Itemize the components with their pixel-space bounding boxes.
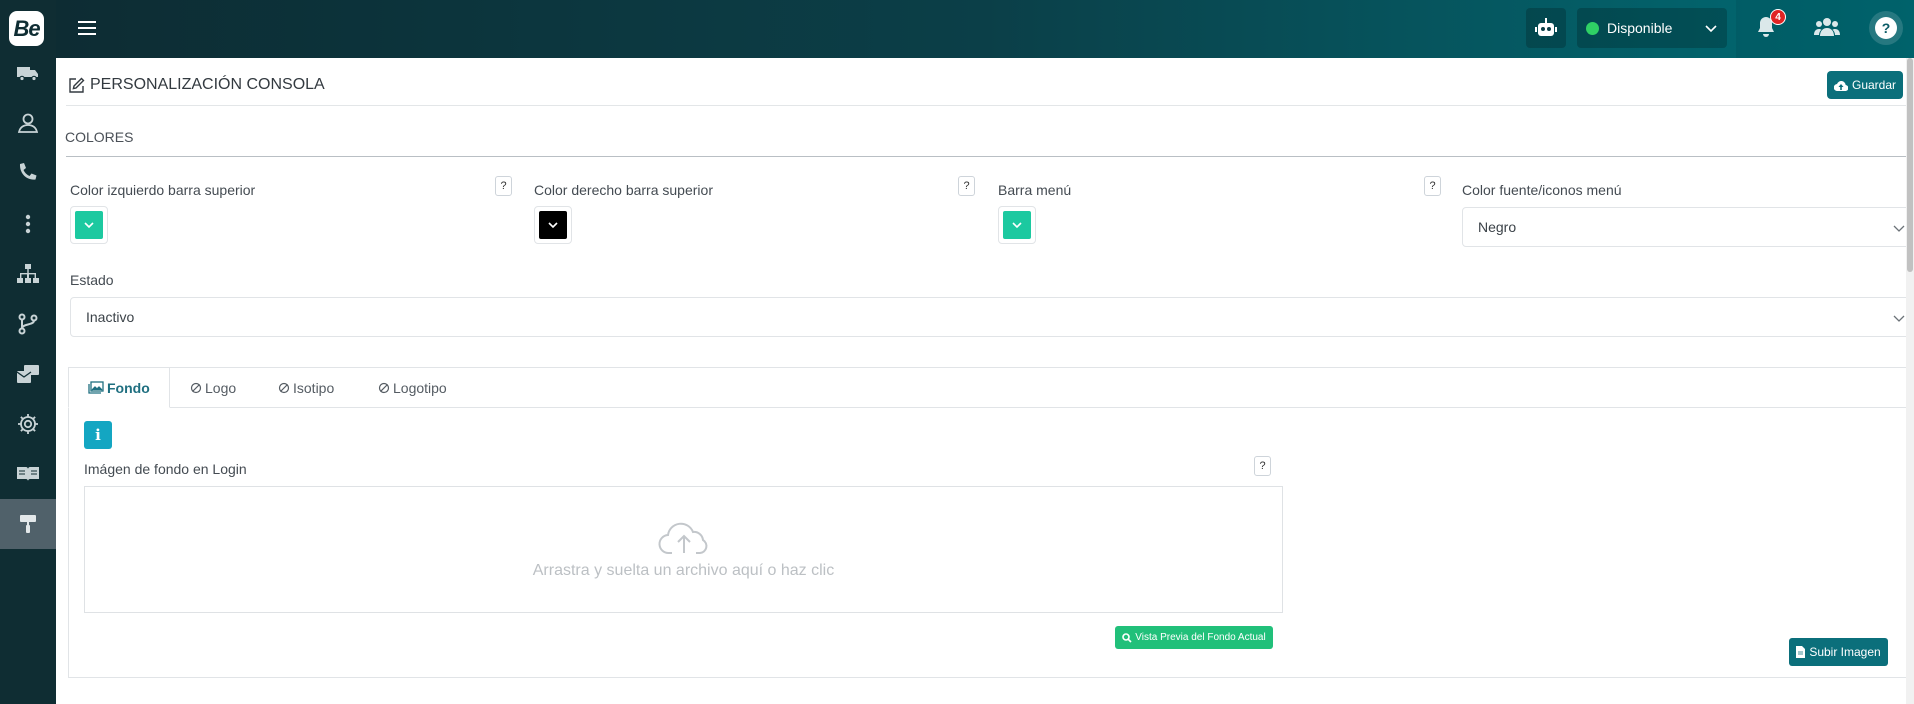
tab-fondo-label: Fondo bbox=[107, 379, 150, 396]
chevron-down-icon bbox=[548, 222, 558, 229]
left-bar-color-swatch bbox=[75, 211, 103, 239]
status-dot bbox=[1586, 21, 1599, 35]
slash-circle-icon bbox=[378, 382, 390, 394]
cloud-upload-icon bbox=[658, 522, 707, 554]
sidebar: Be bbox=[0, 0, 56, 704]
mail-bulk-icon bbox=[16, 365, 39, 383]
menu-bar-color-picker[interactable] bbox=[998, 206, 1036, 244]
menu-bar-color-swatch bbox=[1003, 211, 1031, 239]
chevron-down-icon bbox=[1893, 315, 1905, 322]
tab-fondo[interactable]: Fondo bbox=[68, 367, 170, 408]
edit-icon bbox=[69, 77, 85, 93]
tab-logo-label: Logo bbox=[205, 380, 237, 396]
scrollbar-thumb[interactable] bbox=[1907, 58, 1913, 272]
bot-button[interactable] bbox=[1526, 8, 1566, 48]
preview-background-button[interactable]: Vista Previa del Fondo Actual bbox=[1115, 626, 1273, 649]
file-icon bbox=[1796, 646, 1806, 658]
phone-icon bbox=[19, 163, 37, 180]
estado-value: Inactivo bbox=[86, 309, 135, 325]
sidebar-item-knowledge[interactable] bbox=[0, 449, 56, 499]
book-icon bbox=[17, 467, 39, 481]
menu-font-color-select[interactable]: Negro bbox=[1462, 207, 1914, 247]
divider bbox=[66, 105, 1914, 106]
file-dropzone[interactable]: Arrastra y suelta un archivo aquí o haz … bbox=[84, 486, 1283, 613]
app-logo[interactable]: Be bbox=[9, 11, 44, 46]
paint-roller-icon bbox=[20, 515, 36, 533]
team-icon[interactable] bbox=[1814, 16, 1840, 38]
hamburger-menu-icon[interactable] bbox=[76, 17, 98, 39]
branch-icon bbox=[18, 313, 38, 335]
help-button-menu-bar[interactable]: ? bbox=[1424, 176, 1441, 196]
chevron-down-icon bbox=[84, 222, 94, 229]
tab-logotipo[interactable]: Logotipo bbox=[378, 368, 447, 408]
help-button-background[interactable]: ? bbox=[1254, 456, 1271, 476]
dropzone-text: Arrastra y suelta un archivo aquí o haz … bbox=[532, 561, 835, 579]
tab-bar: Fondo Logo Isotipo Logotipo bbox=[68, 367, 1913, 408]
gear-icon bbox=[18, 414, 38, 434]
sidebar-item-structure[interactable] bbox=[0, 249, 56, 299]
chevron-down-icon bbox=[1893, 225, 1905, 232]
section-title-colors: COLORES bbox=[65, 129, 134, 145]
menu-font-color-value: Negro bbox=[1478, 219, 1517, 235]
left-bar-color-label: Color izquierdo barra superior bbox=[70, 182, 256, 198]
right-bar-color-picker[interactable] bbox=[534, 206, 572, 244]
status-dropdown[interactable]: Disponible bbox=[1577, 8, 1727, 48]
left-bar-color-picker[interactable] bbox=[70, 206, 108, 244]
help-button-left-bar[interactable]: ? bbox=[495, 176, 512, 196]
truck-icon bbox=[17, 67, 38, 82]
user-icon bbox=[17, 113, 39, 133]
search-icon bbox=[1122, 632, 1132, 643]
main-content: PERSONALIZACIÓN CONSOLA Guardar COLORES … bbox=[56, 58, 1914, 704]
right-bar-color-swatch bbox=[539, 211, 567, 239]
cloud-upload-icon bbox=[1833, 80, 1848, 91]
topbar-right-block: ? bbox=[1736, 0, 1914, 58]
save-button-label: Guardar bbox=[1851, 78, 1897, 92]
preview-background-label: Vista Previa del Fondo Actual bbox=[1135, 632, 1266, 643]
save-button[interactable]: Guardar bbox=[1827, 71, 1903, 99]
status-label: Disponible bbox=[1607, 20, 1673, 36]
background-image-label: Imágen de fondo en Login bbox=[84, 461, 247, 477]
sidebar-item-transport[interactable] bbox=[0, 48, 56, 98]
upload-image-label: Subir Imagen bbox=[1809, 645, 1881, 659]
chevron-down-icon bbox=[1705, 25, 1717, 33]
sidebar-item-users[interactable] bbox=[0, 98, 56, 148]
info-button[interactable]: i bbox=[84, 421, 112, 449]
question-circle-icon: ? bbox=[1875, 17, 1897, 39]
slash-circle-icon bbox=[190, 382, 202, 394]
help-button[interactable]: ? bbox=[1869, 11, 1903, 45]
sidebar-item-more[interactable] bbox=[0, 199, 56, 249]
slash-circle-icon bbox=[278, 382, 290, 394]
tab-logo[interactable]: Logo bbox=[190, 368, 236, 408]
menu-font-color-label: Color fuente/iconos menú bbox=[1462, 182, 1622, 198]
help-button-right-bar[interactable]: ? bbox=[958, 176, 975, 196]
right-bar-color-label: Color derecho barra superior bbox=[534, 182, 713, 198]
chevron-down-icon bbox=[1012, 222, 1022, 229]
tab-logotipo-label: Logotipo bbox=[393, 380, 447, 396]
sidebar-item-settings[interactable] bbox=[0, 399, 56, 449]
page-title: PERSONALIZACIÓN CONSOLA bbox=[68, 76, 325, 94]
menu-bar-color-label: Barra menú bbox=[998, 182, 1072, 198]
images-icon bbox=[88, 381, 104, 394]
upload-image-button[interactable]: Subir Imagen bbox=[1789, 638, 1888, 666]
sidebar-item-calls[interactable] bbox=[0, 148, 56, 198]
divider bbox=[66, 156, 1914, 157]
tab-isotipo-label: Isotipo bbox=[293, 380, 335, 396]
more-vertical-icon bbox=[25, 214, 31, 234]
notifications-badge: 4 bbox=[1770, 9, 1786, 25]
tab-isotipo[interactable]: Isotipo bbox=[278, 368, 334, 408]
page-title-text: PERSONALIZACIÓN CONSOLA bbox=[90, 76, 325, 93]
sidebar-item-campaigns[interactable] bbox=[0, 349, 56, 399]
estado-select[interactable]: Inactivo bbox=[70, 297, 1914, 337]
robot-icon bbox=[1535, 18, 1557, 36]
sidebar-item-customization[interactable] bbox=[0, 499, 56, 549]
image-tabs-panel: Fondo Logo Isotipo Logotipo i Imágen de … bbox=[68, 367, 1914, 678]
sitemap-icon bbox=[17, 264, 39, 283]
sidebar-item-flows[interactable] bbox=[0, 299, 56, 349]
estado-label: Estado bbox=[70, 272, 114, 288]
